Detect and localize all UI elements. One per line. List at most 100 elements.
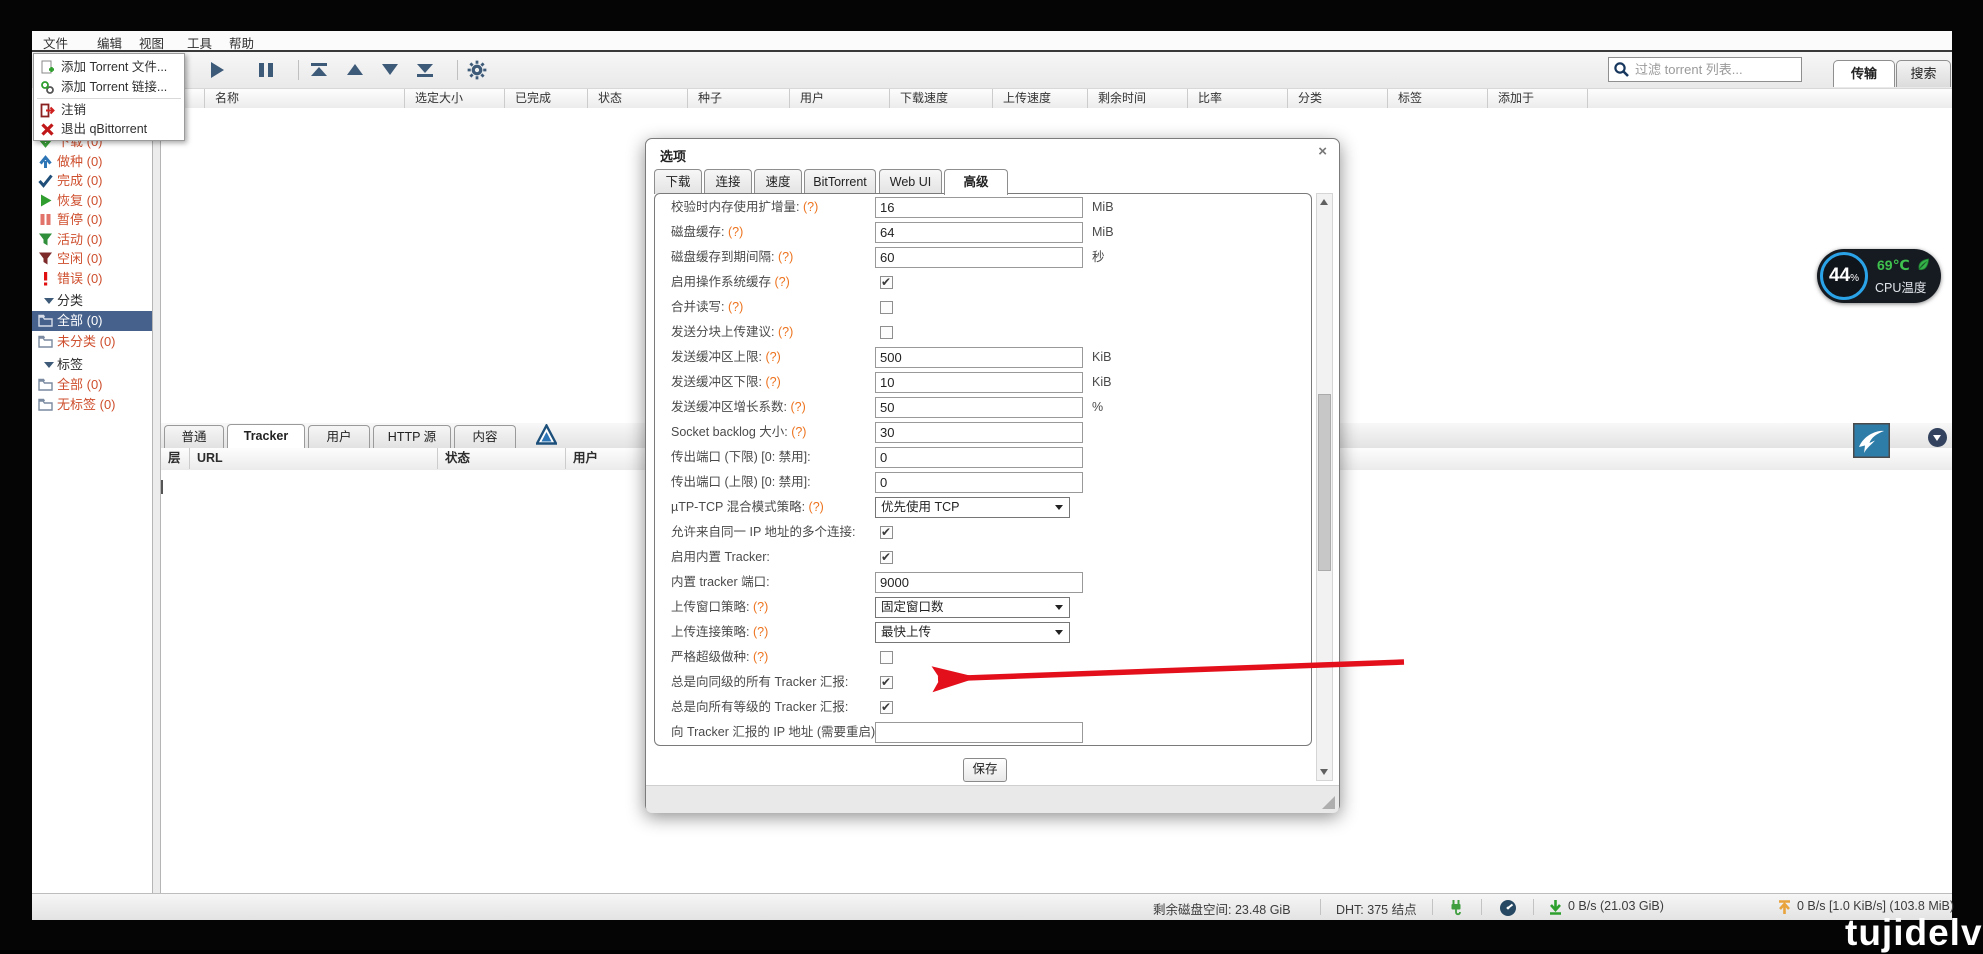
tab-http-sources[interactable]: HTTP 源 bbox=[373, 425, 451, 448]
column-header[interactable]: 选定大小 bbox=[405, 89, 505, 108]
help-link[interactable]: (?) bbox=[762, 350, 781, 364]
menu-item-logout[interactable]: 注销 bbox=[34, 101, 184, 120]
connection-status-icon[interactable] bbox=[1448, 899, 1465, 916]
dialog-tab-advanced[interactable]: 高级 bbox=[944, 169, 1008, 195]
setting-select-17[interactable]: 最快上传 bbox=[875, 622, 1070, 643]
menu-view[interactable]: 视图 bbox=[139, 33, 164, 52]
setting-checkbox-18[interactable] bbox=[880, 651, 893, 664]
sidebar-tag-0[interactable]: 全部 (0) bbox=[32, 375, 152, 395]
setting-input-8[interactable] bbox=[875, 397, 1083, 418]
help-link[interactable]: (?) bbox=[774, 325, 793, 339]
scrollbar-thumb[interactable] bbox=[1318, 394, 1331, 571]
column-header[interactable]: 剩余时间 bbox=[1088, 89, 1188, 108]
dialog-tab-downloads[interactable]: 下载 bbox=[654, 169, 702, 194]
sidebar-category-0[interactable]: 全部 (0) bbox=[32, 311, 152, 331]
tab-peers[interactable]: 用户 bbox=[308, 425, 370, 448]
setting-input-0[interactable] bbox=[875, 197, 1083, 218]
sidebar-splitter[interactable] bbox=[152, 88, 161, 893]
menu-item-exit[interactable]: 退出 qBittorrent bbox=[34, 120, 184, 139]
help-link[interactable]: (?) bbox=[749, 625, 768, 639]
menu-item-add-torrent-file[interactable]: 添加 Torrent 文件... bbox=[34, 58, 184, 77]
help-link[interactable]: (?) bbox=[749, 600, 768, 614]
setting-checkbox-19[interactable] bbox=[880, 676, 893, 689]
tab-content[interactable]: 内容 bbox=[454, 425, 516, 448]
setting-input-10[interactable] bbox=[875, 447, 1083, 468]
setting-select-16[interactable]: 固定窗口数 bbox=[875, 597, 1070, 618]
setting-select-12[interactable]: 优先使用 TCP bbox=[875, 497, 1070, 518]
column-header[interactable]: 分类 bbox=[1288, 89, 1388, 108]
setting-checkbox-20[interactable] bbox=[880, 701, 893, 714]
dialog-tab-speed[interactable]: 速度 bbox=[754, 169, 802, 194]
help-link[interactable]: (?) bbox=[805, 500, 824, 514]
setting-input-2[interactable] bbox=[875, 247, 1083, 268]
view-tab-transfers[interactable]: 传输 bbox=[1833, 60, 1895, 87]
sidebar-item-seeding[interactable]: 做种 (0) bbox=[32, 152, 152, 172]
tracker-column-header[interactable]: 层级 bbox=[161, 448, 190, 469]
menu-edit[interactable]: 编辑 bbox=[97, 33, 122, 52]
sidebar-category-1[interactable]: 未分类 (0) bbox=[32, 332, 152, 352]
tracker-column-header[interactable]: URL bbox=[190, 448, 438, 469]
setting-checkbox-13[interactable] bbox=[880, 526, 893, 539]
help-link[interactable]: (?) bbox=[724, 225, 743, 239]
sidebar-item-errored[interactable]: 错误 (0) bbox=[32, 269, 152, 289]
dialog-resize-grip[interactable] bbox=[1322, 796, 1335, 809]
help-link[interactable]: (?) bbox=[724, 300, 743, 314]
view-tab-search[interactable]: 搜索 bbox=[1896, 60, 1951, 87]
dialog-tab-webui[interactable]: Web UI bbox=[879, 169, 942, 194]
bottom-priority-icon[interactable] bbox=[415, 60, 435, 80]
setting-checkbox-3[interactable] bbox=[880, 276, 893, 289]
sidebar-section-categories[interactable]: 分类 bbox=[32, 292, 152, 310]
resume-icon[interactable] bbox=[207, 60, 227, 80]
column-header[interactable]: 下载速度 bbox=[890, 89, 993, 108]
sidebar-tag-1[interactable]: 无标签 (0) bbox=[32, 395, 152, 415]
help-link[interactable]: (?) bbox=[771, 275, 790, 289]
column-header[interactable]: 比率 bbox=[1188, 89, 1288, 108]
dialog-close-button[interactable]: × bbox=[1318, 143, 1327, 160]
scroll-down-button[interactable] bbox=[1317, 764, 1332, 780]
tab-general[interactable]: 普通 bbox=[164, 425, 224, 448]
setting-input-6[interactable] bbox=[875, 347, 1083, 368]
setting-checkbox-14[interactable] bbox=[880, 551, 893, 564]
pause-icon[interactable] bbox=[256, 60, 276, 80]
sidebar-item-inactive[interactable]: 空闲 (0) bbox=[32, 249, 152, 269]
help-link[interactable]: (?) bbox=[774, 250, 793, 264]
help-link[interactable]: (?) bbox=[788, 425, 807, 439]
top-priority-icon[interactable] bbox=[309, 60, 329, 80]
sidebar-item-resumed[interactable]: 恢复 (0) bbox=[32, 191, 152, 211]
sidebar-item-completed[interactable]: 完成 (0) bbox=[32, 171, 152, 191]
tab-trackers[interactable]: Tracker bbox=[227, 424, 305, 448]
column-header[interactable]: 名称 bbox=[205, 89, 405, 108]
swallow-icon[interactable] bbox=[1853, 423, 1890, 458]
dialog-tab-connection[interactable]: 连接 bbox=[704, 169, 752, 194]
help-link[interactable]: (?) bbox=[762, 375, 781, 389]
setting-input-21[interactable] bbox=[875, 722, 1083, 743]
menu-item-add-torrent-link[interactable]: 添加 Torrent 链接... bbox=[34, 78, 184, 97]
sidebar-item-active[interactable]: 活动 (0) bbox=[32, 230, 152, 250]
column-header[interactable]: 用户 bbox=[790, 89, 890, 108]
collapse-panel-icon[interactable] bbox=[1928, 428, 1947, 447]
column-header[interactable]: 标签 bbox=[1388, 89, 1488, 108]
column-header[interactable]: 上传速度 bbox=[993, 89, 1088, 108]
setting-input-15[interactable] bbox=[875, 572, 1083, 593]
torrent-filter-input[interactable] bbox=[1633, 58, 1801, 81]
setting-checkbox-4[interactable] bbox=[880, 301, 893, 314]
setting-checkbox-5[interactable] bbox=[880, 326, 893, 339]
setting-input-9[interactable] bbox=[875, 422, 1083, 443]
tracker-column-header[interactable]: 状态 bbox=[438, 448, 566, 469]
save-button[interactable]: 保存 bbox=[963, 758, 1007, 782]
menu-file[interactable]: 文件 bbox=[43, 33, 68, 52]
sidebar-section-tags[interactable]: 标签 bbox=[32, 356, 152, 374]
menu-tools[interactable]: 工具 bbox=[187, 33, 212, 52]
help-link[interactable]: (?) bbox=[787, 400, 806, 414]
setting-input-11[interactable] bbox=[875, 472, 1083, 493]
help-link[interactable]: (?) bbox=[799, 200, 818, 214]
decrease-priority-icon[interactable] bbox=[380, 60, 400, 80]
column-header[interactable]: 添加于 bbox=[1488, 89, 1588, 108]
alt-speed-icon[interactable] bbox=[1499, 899, 1516, 916]
options-icon[interactable] bbox=[467, 60, 487, 80]
increase-priority-icon[interactable] bbox=[345, 60, 365, 80]
scroll-up-button[interactable] bbox=[1317, 194, 1332, 210]
column-header[interactable]: 状态 bbox=[588, 89, 688, 108]
setting-input-7[interactable] bbox=[875, 372, 1083, 393]
column-header[interactable]: 种子 bbox=[688, 89, 790, 108]
